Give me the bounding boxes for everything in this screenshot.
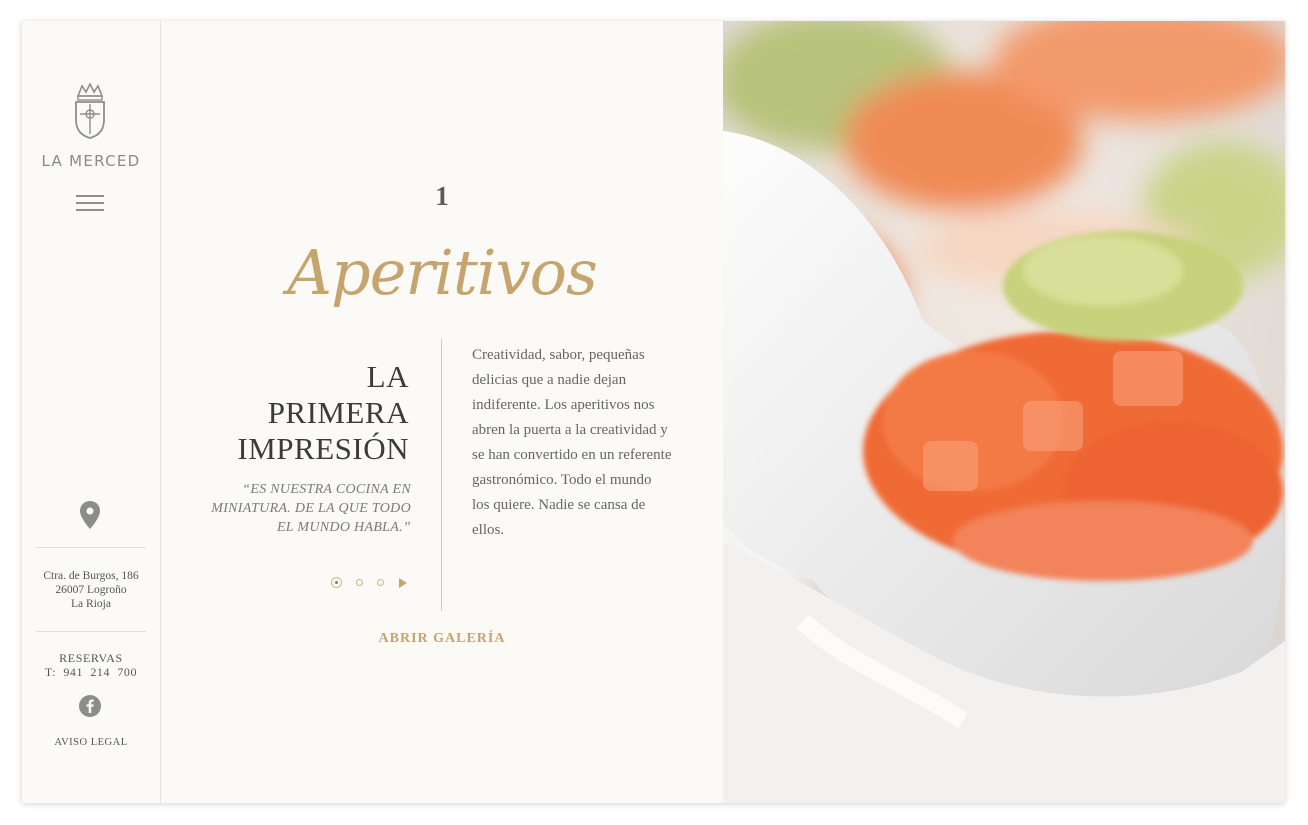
slide-dot[interactable] <box>356 579 363 586</box>
slide-dot[interactable] <box>377 579 384 586</box>
slide-dot-active[interactable] <box>331 577 342 588</box>
crest-logo-icon[interactable] <box>70 82 110 140</box>
section-content: 1 Aperitivos LA PRIMERA IMPRESIÓN “ES NU… <box>161 21 723 803</box>
heading-line: IMPRESIÓN <box>237 431 409 466</box>
page-frame: LA MERCED Ctra. de Burgos, 186 26007 Log… <box>22 21 1285 803</box>
menu-line <box>76 202 104 204</box>
phone-number[interactable]: T: 941 214 700 <box>22 665 160 679</box>
open-gallery-link[interactable]: ABRIR GALERÍA <box>161 631 723 647</box>
hamburger-menu-icon[interactable] <box>76 195 104 215</box>
address-line: Ctra. de Burgos, 186 <box>43 570 139 582</box>
section-description: Creatividad, sabor, pequeñas delicias qu… <box>472 347 672 538</box>
divider <box>36 631 146 632</box>
menu-line <box>76 195 104 197</box>
legal-notice-link[interactable]: AVISO LEGAL <box>22 737 160 748</box>
map-pin-icon[interactable] <box>79 500 101 530</box>
reservations: RESERVAS T: 941 214 700 <box>22 651 160 679</box>
address-line: 26007 Logroño <box>55 584 127 596</box>
section-quote: “ES NUESTRA COCINA EN MINIATURA. DE LA Q… <box>211 482 411 535</box>
play-icon[interactable] <box>399 578 407 588</box>
vertical-divider <box>441 339 442 611</box>
menu-line <box>76 209 104 211</box>
slide-pager <box>331 577 411 589</box>
facebook-icon[interactable] <box>79 695 101 717</box>
reservas-label: RESERVAS <box>59 651 123 665</box>
address: Ctra. de Burgos, 186 26007 Logroño La Ri… <box>22 569 160 611</box>
heading-line: LA <box>366 359 409 394</box>
brand-name[interactable]: LA MERCED <box>22 152 160 170</box>
address-line: La Rioja <box>71 598 111 610</box>
section-heading: LA PRIMERA IMPRESIÓN <box>201 359 409 467</box>
section-script-title: Aperitivos <box>287 236 598 309</box>
sidebar: LA MERCED Ctra. de Burgos, 186 26007 Log… <box>22 21 161 803</box>
divider <box>36 547 146 548</box>
section-number: 1 <box>435 181 449 211</box>
aperitivo-image <box>723 21 1285 803</box>
food-photo <box>723 21 1285 803</box>
heading-line: PRIMERA <box>267 395 409 430</box>
